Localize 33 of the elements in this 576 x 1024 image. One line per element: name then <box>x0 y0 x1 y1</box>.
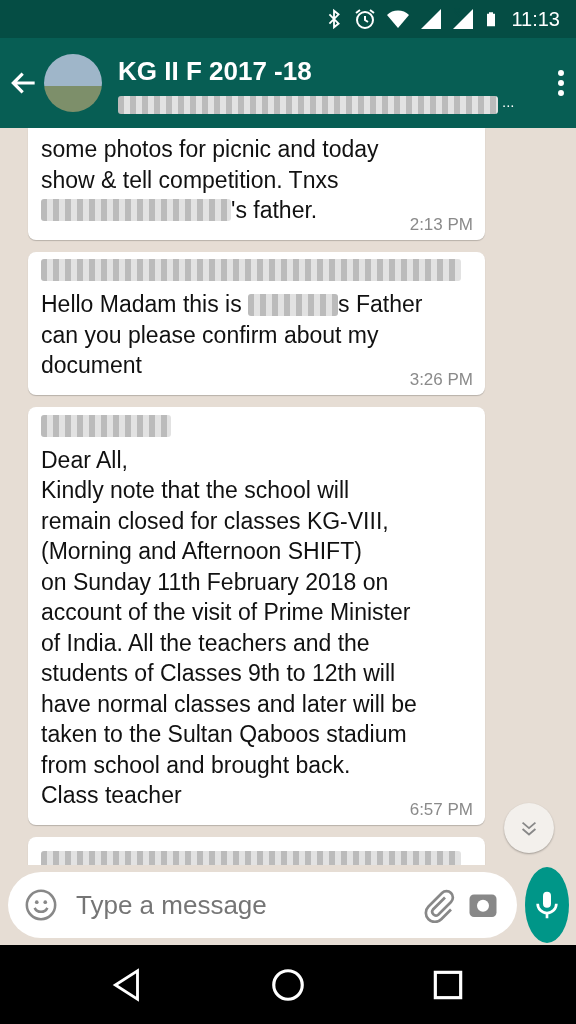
roaming-signal-icon <box>451 7 476 31</box>
message-text: show & tell competition. Tnxs <box>41 165 339 195</box>
message-time: 6:57 PM <box>408 800 473 819</box>
message-text: Kindly note that the school will <box>41 476 350 506</box>
group-avatar <box>44 54 102 112</box>
message-text: students of Classes 9th to 12th will <box>41 659 396 689</box>
message-text: some photos for picnic and today <box>41 135 379 164</box>
message-text: s Father <box>338 290 423 320</box>
status-time: 11:13 <box>511 7 560 32</box>
more-options-icon <box>558 70 564 96</box>
message-text: Dear All, <box>41 445 128 475</box>
message-text: Class teacher <box>41 781 182 811</box>
chat-title[interactable]: KG II F 2017 -18 <box>118 52 550 92</box>
message-text: Hello Madam this is <box>41 290 243 320</box>
message-text: have normal classes and later will be <box>41 689 417 719</box>
message-time: 2:13 PM <box>408 215 473 234</box>
message-text: (Morning and Afternoon SHIFT) <box>41 537 362 567</box>
composer-bar[interactable]: Type a message <box>8 872 517 938</box>
message-text: taken to the Sultan Qaboos stadium <box>41 720 407 750</box>
message-text: document <box>41 351 142 381</box>
message-text: of India. All the teachers and the <box>41 628 370 658</box>
message-text: 's father. <box>231 196 318 225</box>
menu-button[interactable] <box>558 70 564 96</box>
voice-message-button[interactable] <box>525 867 569 943</box>
emoji-icon[interactable] <box>24 888 58 922</box>
subtitle-ellipsis: ... <box>502 92 515 113</box>
message-text: can you please confirm about my <box>41 320 379 350</box>
message-text: from school and brought back. <box>41 750 351 780</box>
signal-icon <box>419 7 444 31</box>
message-text: account of the visit of Prime Minister <box>41 598 411 628</box>
message-text: remain closed for classes KG-VIII, <box>41 506 389 536</box>
message-text: on Sunday 11th February 2018 on <box>41 567 389 597</box>
message-time: 3:26 PM <box>408 370 473 389</box>
